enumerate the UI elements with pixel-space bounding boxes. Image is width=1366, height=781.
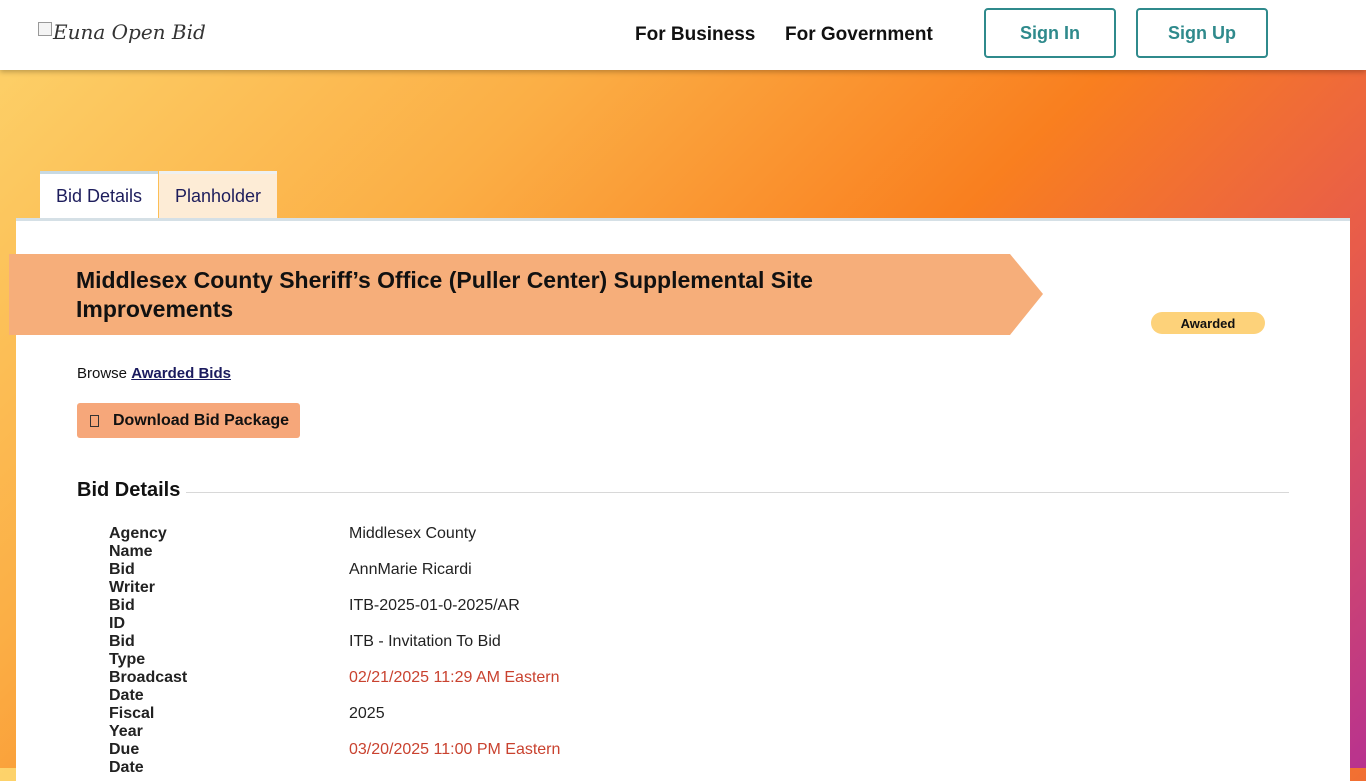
detail-label: Bid ID <box>109 597 135 632</box>
detail-label: Due Date <box>109 741 144 776</box>
detail-value: 03/20/2025 11:00 PM Eastern <box>349 741 561 758</box>
detail-label: Broadcast Date <box>109 669 188 704</box>
awarded-bids-link[interactable]: Awarded Bids <box>131 365 231 382</box>
detail-value: Middlesex County <box>349 525 477 542</box>
detail-label: Bid Type <box>109 633 146 668</box>
download-icon <box>90 414 99 427</box>
browse-prefix: Browse <box>77 365 128 382</box>
browse-line: Browse Awarded Bids <box>77 365 231 382</box>
tab-bid-details[interactable]: Bid Details <box>40 171 158 219</box>
detail-value: 02/21/2025 11:29 AM Eastern <box>349 669 560 686</box>
site-header: Euna Open Bid For Business For Governmen… <box>0 0 1366 70</box>
status-badge: Awarded <box>1151 312 1265 334</box>
sign-up-button[interactable]: Sign Up <box>1136 8 1268 58</box>
tab-planholder[interactable]: Planholder <box>159 171 277 219</box>
nav-for-business[interactable]: For Business <box>635 24 755 46</box>
download-bid-package-button[interactable]: Download Bid Package <box>77 403 300 438</box>
detail-value: ITB - Invitation To Bid <box>349 633 501 650</box>
logo-alt-text: Euna Open Bid <box>53 20 206 44</box>
section-divider <box>186 491 1289 493</box>
broken-image-icon <box>38 22 52 36</box>
detail-value: ITB-2025-01-0-2025/AR <box>349 597 520 614</box>
detail-value: AnnMarie Ricardi <box>349 561 472 578</box>
euna-open-bid-logo[interactable]: Euna Open Bid <box>38 20 206 44</box>
nav-for-government[interactable]: For Government <box>785 24 933 46</box>
bid-title: Middlesex County Sheriff’s Office (Pulle… <box>76 267 813 322</box>
download-label: Download Bid Package <box>113 411 290 429</box>
section-title: Bid Details <box>77 478 181 501</box>
bid-details-section-header: Bid Details <box>77 478 1289 502</box>
detail-value: 2025 <box>349 705 385 722</box>
detail-label: Fiscal Year <box>109 705 155 740</box>
detail-label: Agency Name <box>109 525 167 560</box>
detail-label: Bid Writer <box>109 561 155 596</box>
sign-in-button[interactable]: Sign In <box>984 8 1116 58</box>
bid-title-banner: Middlesex County Sheriff’s Office (Pulle… <box>9 254 1043 335</box>
